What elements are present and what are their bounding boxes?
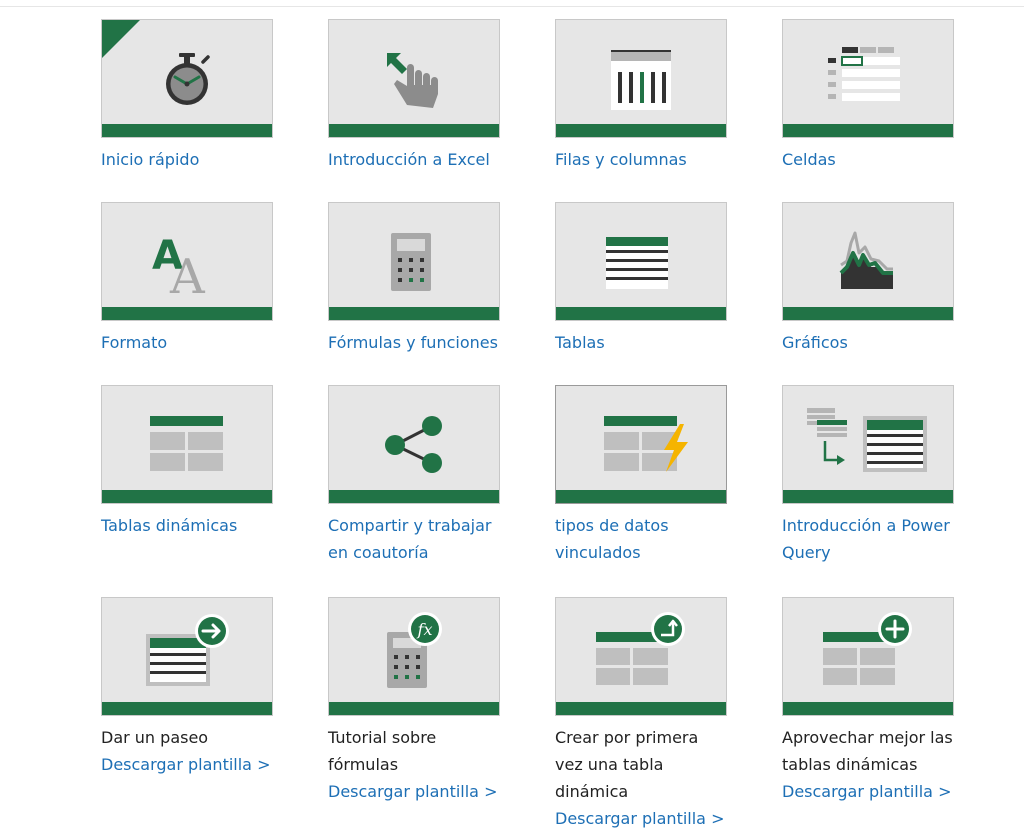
tile-accent-bar — [783, 124, 953, 137]
pointer-hand-icon — [387, 53, 438, 108]
tile-formato[interactable]: A A Formato — [101, 202, 273, 356]
top-divider — [0, 6, 1024, 7]
tile-accent-bar — [329, 124, 499, 137]
tile-thumbnail[interactable] — [555, 202, 727, 321]
tile-tutorial-formulas[interactable]: fx Tutorial sobre fórmulas Descargar pla… — [328, 597, 500, 805]
tile-thumbnail[interactable] — [782, 385, 954, 504]
tile-compartir[interactable]: Compartir y trabajar en coautoría — [328, 385, 500, 566]
tile-label: Aprovechar mejor las tablas dinámicas — [782, 728, 953, 774]
tile-formulas-funciones[interactable]: Fórmulas y funciones — [328, 202, 500, 356]
tile-thumbnail[interactable] — [101, 597, 273, 716]
tile-dar-paseo[interactable]: Dar un paseo Descargar plantilla > — [101, 597, 273, 778]
share-icon — [385, 416, 442, 473]
tile-power-query[interactable]: Introducción a Power Query — [782, 385, 954, 566]
tile-thumbnail[interactable]: fx — [328, 597, 500, 716]
tile-thumbnail[interactable] — [782, 202, 954, 321]
columns-icon — [611, 50, 671, 110]
tile-accent-bar — [556, 702, 726, 715]
pivot-return-icon — [596, 612, 685, 685]
tile-graficos[interactable]: Gráficos — [782, 202, 954, 356]
tile-label[interactable]: Formato — [101, 329, 273, 356]
tile-label[interactable]: Introducción a Excel — [328, 146, 500, 173]
tile-accent-bar — [102, 307, 272, 320]
tile-thumbnail[interactable] — [101, 385, 273, 504]
tile-aprovechar-tablas[interactable]: Aprovechar mejor las tablas dinámicas De… — [782, 597, 954, 805]
tile-thumbnail[interactable]: A A — [101, 202, 273, 321]
tile-accent-bar — [329, 702, 499, 715]
cells-icon — [828, 47, 900, 101]
tile-inicio-rapido[interactable]: Inicio rápido — [101, 19, 273, 173]
tile-thumbnail[interactable] — [555, 19, 727, 138]
tile-label[interactable]: Filas y columnas — [555, 146, 727, 173]
table-icon — [606, 237, 668, 289]
tile-thumbnail[interactable] — [101, 19, 273, 138]
tile-accent-bar — [783, 307, 953, 320]
tile-tipos-datos[interactable]: tipos de datos vinculados — [555, 385, 727, 566]
pivot-plus-icon — [823, 612, 912, 685]
tile-thumbnail[interactable] — [328, 385, 500, 504]
tile-filas-columnas[interactable]: Filas y columnas — [555, 19, 727, 173]
tile-accent-bar — [556, 490, 726, 503]
tile-accent-bar — [783, 702, 953, 715]
tile-celdas[interactable]: Celdas — [782, 19, 954, 173]
tile-label[interactable]: Tablas dinámicas — [101, 512, 273, 539]
tile-label[interactable]: Gráficos — [782, 329, 954, 356]
download-template-link[interactable]: Descargar plantilla > — [101, 751, 273, 778]
tile-accent-bar — [329, 307, 499, 320]
pivot-table-icon — [150, 416, 223, 471]
tile-accent-bar — [102, 490, 272, 503]
tile-tablas-dinamicas[interactable]: Tablas dinámicas — [101, 385, 273, 539]
tile-label[interactable]: Celdas — [782, 146, 954, 173]
chart-icon — [839, 231, 893, 289]
tile-accent-bar — [102, 124, 272, 137]
tile-thumbnail[interactable] — [782, 19, 954, 138]
tile-label[interactable]: Tablas — [555, 329, 727, 356]
tour-arrow-icon — [146, 614, 229, 686]
fx-calculator-icon: fx — [387, 612, 442, 688]
tile-accent-bar — [102, 702, 272, 715]
tile-label[interactable]: Introducción a Power Query — [782, 512, 954, 566]
tile-accent-bar — [556, 307, 726, 320]
calculator-icon — [391, 233, 431, 291]
tile-label: Dar un paseo — [101, 728, 209, 747]
download-template-link[interactable]: Descargar plantilla > — [328, 778, 500, 805]
tile-label[interactable]: Inicio rápido — [101, 146, 273, 173]
tile-crear-tabla-dinamica[interactable]: Crear por primera vez una tabla dinámica… — [555, 597, 727, 832]
tile-thumbnail[interactable] — [328, 19, 500, 138]
tile-label[interactable]: Fórmulas y funciones — [328, 329, 500, 356]
power-query-icon — [807, 408, 927, 472]
linked-data-icon — [604, 416, 688, 472]
tile-introduccion-excel[interactable]: Introducción a Excel — [328, 19, 500, 173]
download-template-link[interactable]: Descargar plantilla > — [782, 778, 954, 805]
svg-text:fx: fx — [417, 620, 433, 639]
tile-thumbnail[interactable] — [328, 202, 500, 321]
tile-label[interactable]: Compartir y trabajar en coautoría — [328, 512, 500, 566]
tile-label[interactable]: tipos de datos vinculados — [555, 512, 727, 566]
tile-thumbnail[interactable] — [782, 597, 954, 716]
tile-label: Tutorial sobre fórmulas — [328, 728, 437, 774]
tile-accent-bar — [556, 124, 726, 137]
tile-tablas[interactable]: Tablas — [555, 202, 727, 356]
download-template-link[interactable]: Descargar plantilla > — [555, 805, 727, 832]
tile-thumbnail[interactable] — [555, 597, 727, 716]
tile-accent-bar — [329, 490, 499, 503]
font-format-icon: A A — [152, 233, 206, 305]
tile-label: Crear por primera vez una tabla dinámica — [555, 728, 699, 801]
svg-text:A: A — [169, 249, 206, 305]
stopwatch-icon — [166, 53, 210, 105]
tile-accent-bar — [783, 490, 953, 503]
tile-thumbnail[interactable] — [555, 385, 727, 504]
